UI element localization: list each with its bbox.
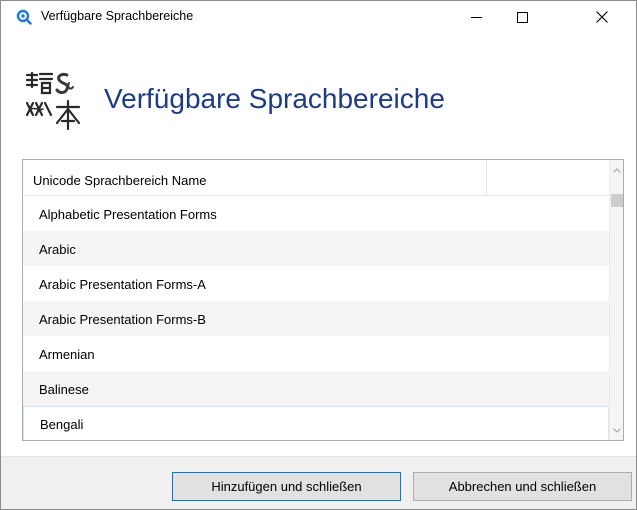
close-button[interactable] — [579, 1, 625, 33]
chevron-down-icon — [613, 427, 621, 433]
close-icon — [596, 11, 608, 23]
maximize-button[interactable] — [499, 1, 545, 33]
title-bar: Verfügbare Sprachbereiche — [1, 1, 636, 33]
app-icon — [16, 9, 32, 25]
window-title: Verfügbare Sprachbereiche — [41, 9, 194, 23]
column-header-empty[interactable] — [487, 160, 609, 196]
list-item[interactable]: Balinese — [23, 371, 609, 406]
minimize-icon — [470, 16, 482, 18]
list-item[interactable]: Arabic Presentation Forms-A — [23, 266, 609, 301]
dialog-window: Verfügbare Sprachbereiche Verfügbare Spr… — [0, 0, 637, 510]
list-header: Unicode Sprachbereich Name — [23, 160, 609, 196]
language-range-list[interactable]: Unicode Sprachbereich Name Alphabetic Pr… — [22, 159, 624, 441]
list-item[interactable]: Arabic — [23, 231, 609, 266]
scroll-up-button[interactable] — [610, 160, 623, 180]
maximize-icon — [516, 11, 528, 23]
scroll-thumb[interactable] — [611, 194, 623, 207]
footer: Hinzufügen und schließen Abbrechen und s… — [1, 457, 636, 509]
header-title: Verfügbare Sprachbereiche — [104, 83, 445, 114]
language-logo-icon — [25, 71, 81, 131]
list-item[interactable]: Arabic Presentation Forms-B — [23, 301, 609, 336]
scroll-down-button[interactable] — [610, 420, 623, 440]
list-item[interactable]: Alphabetic Presentation Forms — [23, 196, 609, 231]
vertical-scrollbar[interactable] — [609, 160, 623, 440]
column-header-name[interactable]: Unicode Sprachbereich Name — [23, 160, 487, 196]
list-rows: Alphabetic Presentation Forms Arabic Ara… — [23, 196, 609, 440]
minimize-button[interactable] — [453, 1, 499, 33]
list-item[interactable]: Armenian — [23, 336, 609, 371]
cancel-and-close-button[interactable]: Abbrechen und schließen — [413, 472, 632, 501]
chevron-up-icon — [613, 167, 621, 173]
list-item-selected[interactable]: Bengali — [23, 406, 609, 440]
add-and-close-button[interactable]: Hinzufügen und schließen — [172, 472, 401, 501]
